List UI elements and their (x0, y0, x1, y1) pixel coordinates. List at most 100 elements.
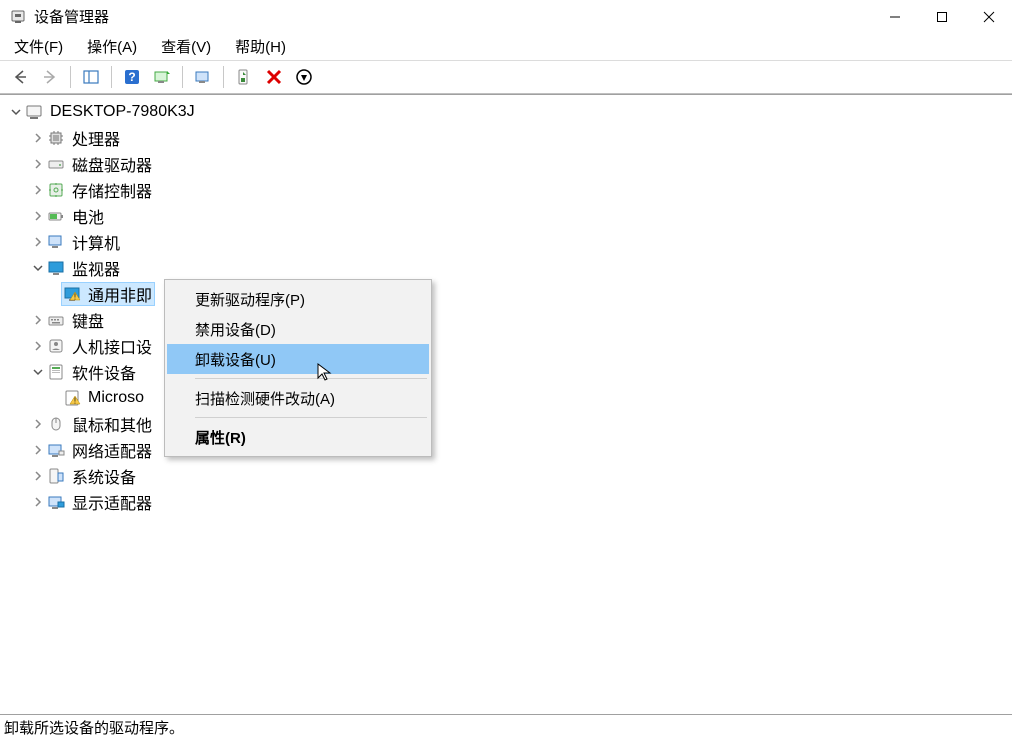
chevron-right-icon[interactable] (30, 312, 46, 328)
context-separator (195, 417, 427, 418)
tree-item[interactable]: 键盘 (8, 307, 1012, 333)
chevron-right-icon[interactable] (30, 468, 46, 484)
svg-text:?: ? (128, 70, 135, 84)
cpu-icon (46, 128, 66, 148)
storage-icon (46, 180, 66, 200)
tree-item-label: 键盘 (72, 308, 104, 332)
computer-icon (24, 102, 44, 122)
uninstall-tool-button[interactable] (260, 63, 288, 91)
tree-item-label: 通用非即 (88, 282, 152, 306)
close-button[interactable] (965, 0, 1012, 33)
tree-item-label: 计算机 (72, 230, 120, 254)
tree-item-label: 磁盘驱动器 (72, 152, 152, 176)
svg-text:!: ! (74, 293, 76, 302)
chevron-right-icon[interactable] (30, 442, 46, 458)
toolbar: ? (0, 60, 1012, 94)
tree-item-label: Microso (88, 389, 144, 407)
network-icon (46, 440, 66, 460)
chevron-right-icon[interactable] (30, 130, 46, 146)
tree-item[interactable]: 磁盘驱动器 (8, 151, 1012, 177)
tree-item-label: 鼠标和其他 (72, 412, 152, 436)
context-separator (195, 378, 427, 379)
context-uninstall-device[interactable]: 卸载设备(U) (167, 344, 429, 374)
tree-item[interactable]: 鼠标和其他 (8, 411, 1012, 437)
software-icon (46, 362, 66, 382)
hid-icon (46, 336, 66, 356)
maximize-button[interactable] (918, 0, 965, 33)
context-menu: 更新驱动程序(P) 禁用设备(D) 卸载设备(U) 扫描检测硬件改动(A) 属性… (164, 279, 432, 457)
menu-file[interactable]: 文件(F) (6, 34, 71, 59)
statusbar: 卸载所选设备的驱动程序。 (0, 714, 1012, 739)
back-button[interactable] (6, 63, 34, 91)
context-scan-hardware[interactable]: 扫描检测硬件改动(A) (167, 383, 429, 413)
monitor-icon (46, 258, 66, 278)
titlebar: 设备管理器 (0, 0, 1012, 33)
scan-button[interactable] (148, 63, 176, 91)
tree-item-label: 人机接口设 (72, 334, 152, 358)
tree-item-label: 存储控制器 (72, 178, 152, 202)
keyboard-icon (46, 310, 66, 330)
chevron-right-icon[interactable] (30, 208, 46, 224)
chevron-down-icon[interactable] (30, 364, 46, 380)
forward-button[interactable] (36, 63, 64, 91)
help-button[interactable]: ? (118, 63, 146, 91)
menu-help[interactable]: 帮助(H) (227, 34, 294, 59)
chevron-right-icon[interactable] (30, 234, 46, 250)
svg-text:!: ! (74, 397, 76, 406)
tree-item-label: 显示适配器 (72, 490, 152, 514)
tree-item[interactable]: 人机接口设 (8, 333, 1012, 359)
menu-action[interactable]: 操作(A) (79, 34, 145, 59)
window-title: 设备管理器 (34, 6, 109, 27)
toolbar-separator (223, 66, 224, 88)
tree-item[interactable]: 系统设备 (8, 463, 1012, 489)
chevron-right-icon[interactable] (30, 156, 46, 172)
software-warning-icon: ! (62, 388, 82, 408)
tree-root-label: DESKTOP-7980K3J (50, 103, 195, 121)
tree-item-label: 系统设备 (72, 464, 136, 488)
toolbar-separator (70, 66, 71, 88)
toolbar-separator (182, 66, 183, 88)
tree-item-software-child[interactable]: ! Microso (8, 385, 1012, 411)
monitor-warning-icon: ! (62, 284, 82, 304)
menubar: 文件(F) 操作(A) 查看(V) 帮助(H) (0, 33, 1012, 60)
chevron-right-icon[interactable] (30, 338, 46, 354)
tree-item-software[interactable]: 软件设备 (8, 359, 1012, 385)
mouse-icon (46, 414, 66, 434)
tree-item-label: 软件设备 (72, 360, 136, 384)
chevron-right-icon[interactable] (30, 416, 46, 432)
disable-tool-button[interactable] (290, 63, 318, 91)
tree-item-label: 监视器 (72, 256, 120, 280)
tree-item[interactable]: 计算机 (8, 229, 1012, 255)
computer-icon (46, 232, 66, 252)
tree-item-generic-monitor[interactable]: ! 通用非即 (8, 281, 1012, 307)
minimize-button[interactable] (871, 0, 918, 33)
tree-item-label: 网络适配器 (72, 438, 152, 462)
toolbar-separator (111, 66, 112, 88)
show-hide-tree-button[interactable] (77, 63, 105, 91)
app-icon (10, 9, 26, 25)
update-driver-tool-button[interactable] (230, 63, 258, 91)
tree-item-monitors[interactable]: 监视器 (8, 255, 1012, 281)
context-update-driver[interactable]: 更新驱动程序(P) (167, 284, 429, 314)
chevron-right-icon[interactable] (30, 494, 46, 510)
tree-item-label: 处理器 (72, 126, 120, 150)
system-icon (46, 466, 66, 486)
tree-root-computer[interactable]: DESKTOP-7980K3J (8, 99, 1012, 125)
menu-view[interactable]: 查看(V) (153, 34, 219, 59)
tree-item[interactable]: 处理器 (8, 125, 1012, 151)
chevron-right-icon[interactable] (30, 182, 46, 198)
chevron-down-icon[interactable] (30, 260, 46, 276)
status-text: 卸载所选设备的驱动程序。 (4, 717, 184, 738)
display-adapter-icon (46, 492, 66, 512)
context-properties[interactable]: 属性(R) (167, 422, 429, 452)
chevron-down-icon[interactable] (8, 104, 24, 120)
tree-item[interactable]: 显示适配器 (8, 489, 1012, 515)
context-disable-device[interactable]: 禁用设备(D) (167, 314, 429, 344)
tree-item[interactable]: 存储控制器 (8, 177, 1012, 203)
device-manager-window: 设备管理器 文件(F) 操作(A) 查看(V) 帮助(H) (0, 0, 1012, 739)
properties-button[interactable] (189, 63, 217, 91)
tree-item-label: 电池 (72, 204, 104, 228)
battery-icon (46, 206, 66, 226)
tree-item[interactable]: 电池 (8, 203, 1012, 229)
tree-item[interactable]: 网络适配器 (8, 437, 1012, 463)
